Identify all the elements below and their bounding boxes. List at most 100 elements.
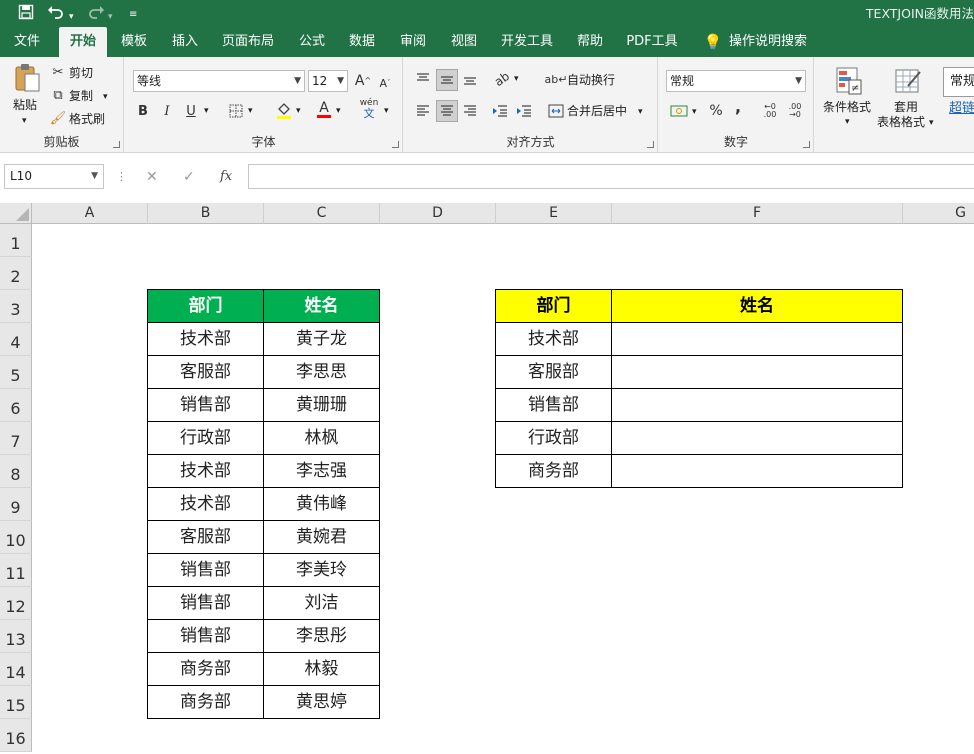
copy-button[interactable]: 复制 bbox=[69, 88, 93, 104]
select-all-corner[interactable] bbox=[0, 203, 32, 224]
row-header[interactable]: 5 bbox=[0, 356, 32, 389]
tab-review[interactable]: 审阅 bbox=[393, 27, 433, 57]
copy-icon[interactable]: ⧉ bbox=[51, 88, 65, 102]
table-cell[interactable] bbox=[612, 389, 903, 422]
tab-formulas[interactable]: 公式 bbox=[292, 27, 332, 57]
conditional-dropdown-icon[interactable]: ▾ bbox=[845, 114, 850, 130]
tab-developer[interactable]: 开发工具 bbox=[497, 27, 557, 57]
tab-page-layout[interactable]: 页面布局 bbox=[218, 27, 278, 57]
accounting-dropdown-icon[interactable]: ▾ bbox=[692, 104, 697, 120]
table-cell[interactable] bbox=[612, 356, 903, 389]
insert-function-icon[interactable]: fx bbox=[220, 169, 232, 185]
table-cell[interactable]: 李美玲 bbox=[264, 554, 380, 587]
table-cell[interactable]: 黄珊珊 bbox=[264, 389, 380, 422]
decrease-indent-icon[interactable] bbox=[490, 101, 510, 121]
row-header[interactable]: 11 bbox=[0, 554, 32, 587]
tab-insert[interactable]: 插入 bbox=[165, 27, 205, 57]
alignment-launcher-icon[interactable] bbox=[647, 141, 654, 148]
border-dropdown-icon[interactable]: ▾ bbox=[248, 103, 253, 119]
merge-dropdown-icon[interactable]: ▾ bbox=[638, 104, 643, 120]
cell-style-normal[interactable]: 常规 bbox=[943, 67, 974, 97]
phonetic-dropdown-icon[interactable]: ▾ bbox=[384, 103, 389, 119]
row-header[interactable]: 7 bbox=[0, 422, 32, 455]
row-header[interactable]: 15 bbox=[0, 686, 32, 719]
table-cell[interactable]: 客服部 bbox=[147, 521, 264, 554]
customize-quick-access-icon[interactable]: ≡ bbox=[129, 6, 137, 24]
tab-pdf-tools[interactable]: PDF工具 bbox=[622, 27, 682, 57]
column-header-e[interactable]: E bbox=[496, 203, 612, 224]
font-color-dropdown-icon[interactable]: ▾ bbox=[336, 103, 341, 119]
tell-me-search[interactable]: 操作说明搜索 bbox=[728, 27, 808, 57]
table-cell[interactable]: 客服部 bbox=[495, 356, 612, 389]
save-icon[interactable] bbox=[18, 4, 34, 24]
format-table-dropdown-icon[interactable]: ▾ bbox=[929, 115, 934, 131]
table-cell[interactable]: 技术部 bbox=[495, 323, 612, 356]
increase-indent-icon[interactable] bbox=[514, 101, 534, 121]
table-cell[interactable]: 李思彤 bbox=[264, 620, 380, 653]
name-box[interactable]: L10 ▼ bbox=[4, 164, 104, 189]
table-header-dept[interactable]: 部门 bbox=[495, 289, 612, 323]
wrap-text-icon[interactable]: ab↵ bbox=[545, 70, 568, 88]
conditional-formatting-icon[interactable]: ≠ bbox=[834, 66, 864, 96]
column-header-c[interactable]: C bbox=[264, 203, 380, 224]
table-cell[interactable]: 商务部 bbox=[147, 653, 264, 686]
table-cell[interactable] bbox=[612, 422, 903, 455]
row-header[interactable]: 3 bbox=[0, 290, 32, 323]
phonetic-guide-icon[interactable]: wén 文 bbox=[357, 98, 381, 120]
tab-data[interactable]: 数据 bbox=[342, 27, 382, 57]
tab-file[interactable]: 文件 bbox=[8, 27, 46, 57]
table-cell[interactable]: 行政部 bbox=[147, 422, 264, 455]
tab-home[interactable]: 开始 bbox=[59, 27, 107, 58]
table-cell[interactable]: 刘洁 bbox=[264, 587, 380, 620]
grow-font-icon[interactable]: A ^ bbox=[354, 72, 372, 90]
align-middle-icon[interactable] bbox=[436, 69, 458, 91]
align-top-icon[interactable] bbox=[413, 69, 433, 89]
format-painter-button[interactable]: 格式刷 bbox=[69, 111, 105, 127]
table-cell[interactable]: 商务部 bbox=[495, 455, 612, 488]
copy-dropdown-icon[interactable]: ▾ bbox=[103, 89, 108, 105]
align-center-icon[interactable] bbox=[436, 100, 458, 122]
table-cell[interactable] bbox=[612, 455, 903, 488]
format-as-table-icon[interactable] bbox=[893, 66, 923, 96]
table-cell[interactable]: 技术部 bbox=[147, 488, 264, 521]
table-cell[interactable]: 黄子龙 bbox=[264, 323, 380, 356]
table-cell[interactable]: 销售部 bbox=[147, 554, 264, 587]
table-cell[interactable]: 商务部 bbox=[147, 686, 264, 719]
table-cell[interactable]: 销售部 bbox=[147, 587, 264, 620]
tab-templates[interactable]: 模板 bbox=[114, 27, 154, 57]
border-icon[interactable] bbox=[227, 102, 245, 120]
row-header[interactable]: 2 bbox=[0, 257, 32, 290]
row-header[interactable]: 12 bbox=[0, 587, 32, 620]
orientation-icon[interactable]: ab bbox=[488, 65, 516, 93]
row-header[interactable]: 9 bbox=[0, 488, 32, 521]
comma-button[interactable]: , bbox=[731, 97, 745, 117]
merge-center-button[interactable]: 合并后居中 bbox=[567, 103, 627, 119]
number-launcher-icon[interactable] bbox=[803, 141, 810, 148]
row-header[interactable]: 1 bbox=[0, 224, 32, 257]
fill-color-dropdown-icon[interactable]: ▾ bbox=[296, 103, 301, 119]
table-cell[interactable]: 黄思婷 bbox=[264, 686, 380, 719]
font-launcher-icon[interactable] bbox=[392, 141, 399, 148]
shrink-font-icon[interactable]: Aˇ bbox=[376, 74, 394, 92]
undo-icon[interactable] bbox=[47, 4, 65, 24]
clipboard-launcher-icon[interactable] bbox=[113, 141, 120, 148]
font-color-icon[interactable]: A bbox=[315, 99, 333, 119]
cut-button[interactable]: 剪切 bbox=[69, 65, 93, 81]
table-cell[interactable]: 销售部 bbox=[147, 620, 264, 653]
orientation-dropdown-icon[interactable]: ▾ bbox=[514, 71, 519, 87]
fill-color-icon[interactable] bbox=[275, 100, 293, 120]
align-bottom-icon[interactable] bbox=[460, 69, 480, 89]
tab-view[interactable]: 视图 bbox=[444, 27, 484, 57]
cancel-icon[interactable]: ✕ bbox=[146, 169, 158, 185]
accounting-format-icon[interactable] bbox=[668, 101, 690, 121]
font-size-select[interactable]: 12 ▼ bbox=[308, 70, 348, 92]
column-header-d[interactable]: D bbox=[380, 203, 496, 224]
row-header[interactable]: 6 bbox=[0, 389, 32, 422]
column-header-b[interactable]: B bbox=[148, 203, 264, 224]
decrease-decimal-icon[interactable]: .00 →0 bbox=[785, 101, 805, 121]
increase-decimal-icon[interactable]: ←0.00 bbox=[760, 101, 780, 121]
underline-dropdown-icon[interactable]: ▾ bbox=[204, 103, 209, 119]
format-as-table-button-line2[interactable]: 表格格式 bbox=[877, 114, 925, 130]
bold-button[interactable]: B bbox=[134, 102, 152, 120]
format-painter-icon[interactable]: 🖌 bbox=[50, 111, 67, 125]
